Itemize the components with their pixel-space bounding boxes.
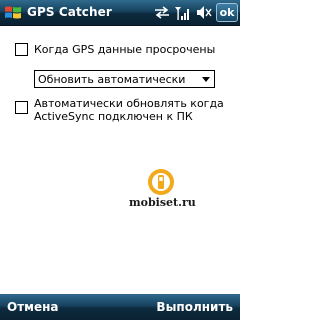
app-title: GPS Catcher — [27, 5, 112, 19]
title-bar: GPS Catcher ok — [0, 0, 240, 26]
softkey-bar: Отмена Выполнить — [0, 294, 240, 320]
volume-icon[interactable] — [196, 5, 212, 20]
windows-start-icon[interactable] — [2, 3, 24, 23]
cancel-softkey[interactable]: Отмена — [7, 300, 59, 314]
gps-expired-label: Когда GPS данные просрочены — [34, 43, 216, 56]
dropdown-arrow-icon[interactable] — [202, 77, 210, 82]
gps-expired-checkbox[interactable] — [15, 43, 28, 56]
update-mode-value: Обновить автоматически — [38, 73, 186, 86]
activesync-checkbox[interactable] — [15, 101, 28, 114]
activesync-label-line1: Автоматически обновлять когда — [34, 97, 224, 110]
activesync-label-line2: ActiveSync подключен к ПК — [34, 110, 193, 123]
ok-button[interactable]: ok — [216, 3, 238, 22]
connectivity-icon[interactable] — [153, 5, 171, 20]
execute-softkey[interactable]: Выполнить — [156, 300, 233, 314]
signal-icon[interactable] — [174, 5, 190, 21]
update-mode-dropdown[interactable]: Обновить автоматически — [34, 70, 215, 88]
mobiset-logo-icon — [148, 169, 174, 195]
watermark-text: mobiset.ru — [129, 196, 196, 209]
